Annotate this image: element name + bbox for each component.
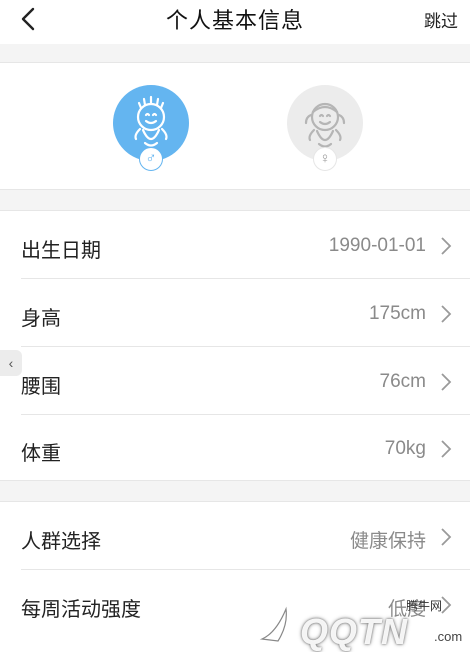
waist-row[interactable]: 腰围 76cm [0,347,470,415]
chevron-right-icon [441,528,452,546]
row-value: 76cm [379,371,426,392]
female-symbol-icon: ♀ [313,147,337,171]
population-row[interactable]: 人群选择 健康保持 [0,502,470,570]
row-value: 健康保持 [349,531,426,552]
page-title: 个人基本信息 [165,8,304,33]
row-label: 出生日期 [21,240,101,262]
height-row[interactable]: 身高 175cm [0,279,470,347]
row-value: 175cm [368,303,426,324]
birthdate-row[interactable]: 出生日期 1990-01-01 [0,211,470,279]
row-value: 70kg [384,438,426,459]
chevron-right-icon [441,305,452,323]
row-value: 1990-01-01 [328,235,426,256]
side-drawer-handle[interactable]: ‹ [0,350,22,376]
chevron-right-icon [441,237,452,255]
chevron-right-icon [441,440,452,458]
row-label: 每周活动强度 [21,599,141,621]
watermark-suffix-text: .com [434,629,463,644]
skip-button[interactable]: 跳过 [424,7,458,32]
row-label: 人群选择 [21,531,101,553]
row-label: 体重 [21,443,61,465]
weight-row[interactable]: 体重 70kg [0,414,470,482]
top-bar: 个人基本信息 跳过 [0,0,470,44]
row-label: 身高 [21,308,61,330]
watermark-small-text: 腾牛网 [406,599,443,613]
chevron-right-icon [441,373,452,391]
row-label: 腰围 [21,376,61,398]
body-info-list: 出生日期 1990-01-01 身高 175cm 腰围 76cm 体重 70kg [0,210,470,481]
watermark-swoosh-icon [259,606,287,642]
gender-selector: ♂ ♀ [0,62,470,190]
watermark-brand-text: QQTN [300,611,408,652]
male-symbol-icon: ♂ [139,147,163,171]
watermark-logo: 腾牛网 QQTN .com [256,595,466,652]
